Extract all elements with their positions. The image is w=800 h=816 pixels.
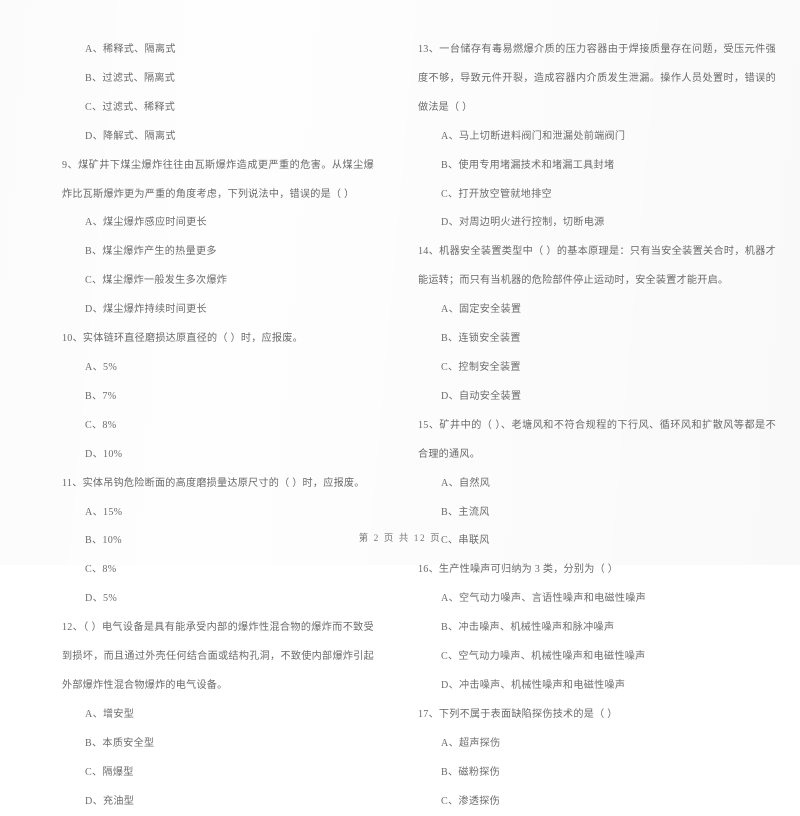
option-item: A、空气动力噪声、言语性噪声和电磁性噪声: [441, 593, 647, 605]
question-stem: 10、实体链环直径磨损达原直径的（ ）时，应报废。: [62, 333, 303, 345]
option-item: C、煤尘爆炸一般发生多次爆炸: [85, 275, 228, 287]
option-item: D、5%: [85, 593, 118, 605]
question-10: 10、实体链环直径磨损达原直径的（ ）时，应报废。 A、5% B、7% C、8%…: [62, 325, 374, 470]
question-17: 17、下列不属于表面缺陷探伤技术的是（ ） A、超声探伤 B、磁粉探伤 C、渗透…: [418, 701, 776, 816]
question-14: 14、机器安全装置类型中（ ）的基本原理是：只有当安全装置关合时，机器才能运转；…: [418, 238, 776, 411]
option-item: A、固定安全装置: [441, 304, 522, 316]
scanned-page: A、稀释式、隔离式 B、过滤式、隔离式 C、过滤式、稀释式 D、降解式、隔离式 …: [0, 0, 800, 807]
option-item: C、8%: [85, 419, 117, 431]
option-item: B、7%: [85, 390, 117, 402]
question-9: 9、煤矿井下煤尘爆炸往往由瓦斯爆炸造成更严重的危害。从煤尘爆炸比瓦斯爆炸更为严重…: [62, 152, 374, 325]
option-item: D、充油型: [85, 795, 135, 807]
question-stem: 11、实体吊钩危险断面的高度磨损量达原尺寸的（ ）时，应报废。: [62, 477, 365, 489]
question-12: 12、（ ）电气设备是具有能承受内部的爆炸性混合物的爆炸而不致受到损坏，而且通过…: [62, 614, 374, 816]
option-item: A、超声探伤: [441, 737, 501, 749]
question-stem: 14、机器安全装置类型中（ ）的基本原理是：只有当安全装置关合时，机器才能运转；…: [418, 246, 776, 287]
option-item: D、对周边明火进行控制，切断电源: [441, 217, 605, 229]
option-item: B、连锁安全装置: [441, 333, 521, 345]
option-item: B、磁粉探伤: [441, 766, 501, 778]
option-item: A、自然风: [441, 477, 491, 489]
page-footer: 第 2 页 共 12 页: [358, 534, 442, 544]
option-item: A、煤尘爆炸感应时间更长: [85, 217, 207, 229]
option-item: C、隔爆型: [85, 766, 134, 778]
question-stem: 17、下列不属于表面缺陷探伤技术的是（ ）: [418, 708, 618, 720]
option-item: A、马上切断进料阀门和泄漏处前端阀门: [441, 130, 626, 142]
question-16: 16、生产性噪声可归纳为 3 类，分别为（ ） A、空气动力噪声、言语性噪声和电…: [418, 556, 776, 701]
option-item: B、煤尘爆炸产生的热量更多: [85, 246, 217, 258]
question-stem: 15、矿井中的（ ）、老塘风和不符合规程的下行风、循环风和扩散风等都是不合理的通…: [418, 419, 776, 460]
option-item: C、空气动力噪声、机械性噪声和电磁性噪声: [441, 651, 646, 663]
option-item: D、自动安全装置: [441, 390, 522, 402]
option-item: C、8%: [85, 564, 117, 576]
option-item: B、本质安全型: [85, 737, 155, 749]
question-stem: 13、一台储存有毒易燃爆介质的压力容器由于焊接质量存在问题，受压元件强度不够，导…: [418, 44, 776, 113]
option-item: D、冲击噪声、机械性噪声和电磁性噪声: [441, 679, 626, 691]
option-item: C、过滤式、稀释式: [85, 101, 176, 113]
question-13: 13、一台储存有毒易燃爆介质的压力容器由于焊接质量存在问题，受压元件强度不够，导…: [418, 36, 776, 238]
question-stem: 9、煤矿井下煤尘爆炸往往由瓦斯爆炸造成更严重的危害。从煤尘爆炸比瓦斯爆炸更为严重…: [62, 159, 374, 200]
two-column-body: A、稀释式、隔离式 B、过滤式、隔离式 C、过滤式、稀释式 D、降解式、隔离式 …: [0, 0, 800, 807]
option-item: B、使用专用堵漏技术和堵漏工具封堵: [441, 159, 615, 171]
option-item: B、主流风: [441, 506, 490, 518]
right-column: 13、一台储存有毒易燃爆介质的压力容器由于焊接质量存在问题，受压元件强度不够，导…: [400, 0, 800, 807]
option-item: B、冲击噪声、机械性噪声和脉冲噪声: [441, 622, 615, 634]
option-item: D、降解式、隔离式: [85, 130, 176, 142]
option-item: A、15%: [85, 506, 123, 518]
left-column: A、稀释式、隔离式 B、过滤式、隔离式 C、过滤式、稀释式 D、降解式、隔离式 …: [0, 0, 400, 807]
question-stem: 16、生产性噪声可归纳为 3 类，分别为（ ）: [418, 564, 619, 576]
option-item: D、煤尘爆炸持续时间更长: [85, 304, 207, 316]
option-item: C、渗透探伤: [441, 795, 501, 807]
option-item: C、打开放空管就地排空: [441, 188, 552, 200]
option-item: A、5%: [85, 361, 118, 373]
option-item: D、10%: [85, 448, 123, 460]
option-item: A、稀释式、隔离式: [85, 44, 176, 55]
option-item: B、过滤式、隔离式: [85, 72, 176, 84]
question-stem: 12、（ ）电气设备是具有能承受内部的爆炸性混合物的爆炸而不致受到损坏，而且通过…: [62, 622, 374, 691]
option-item: A、增安型: [85, 708, 135, 720]
option-item: C、控制安全装置: [441, 361, 521, 373]
